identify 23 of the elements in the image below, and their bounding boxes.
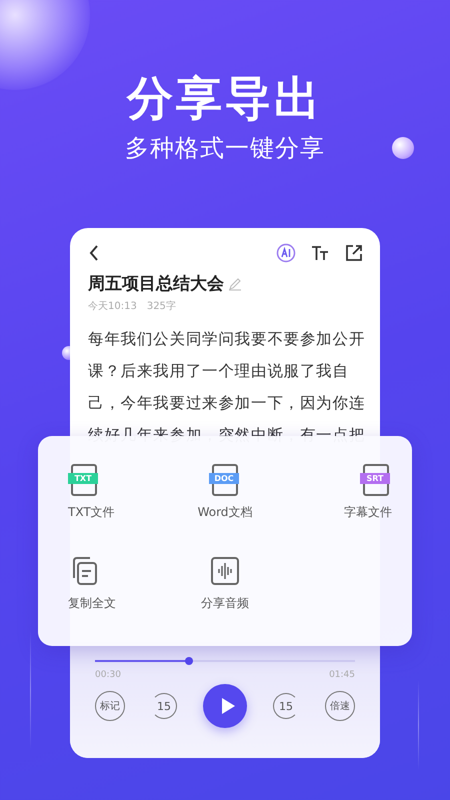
progress-thumb[interactable]	[184, 657, 193, 665]
ai-icon[interactable]	[276, 243, 296, 263]
font-size-icon[interactable]	[310, 243, 330, 263]
speed-button[interactable]: 倍速	[325, 691, 355, 721]
share-option-label[interactable]: 字幕文件	[344, 504, 392, 521]
headline: 分享导出	[127, 70, 323, 126]
share-option-label[interactable]: 分享音频	[200, 595, 249, 612]
word-count: 325字	[146, 300, 176, 313]
share-option-label[interactable]: 复制全文	[68, 595, 116, 612]
audio-wave-icon[interactable]	[208, 555, 241, 587]
mark-button[interactable]: 标记	[95, 691, 125, 721]
sphere-decoration	[392, 137, 414, 159]
subheadline: 多种格式一键分享	[125, 133, 325, 164]
back-icon[interactable]	[88, 244, 100, 262]
share-option-label[interactable]: TXT文件	[68, 504, 115, 521]
note-time: 今天10:13	[88, 300, 137, 313]
note-body: 每年我们公关同学问我要不要参加公开课？后来我用了一个理由说服了我自己，今年我要过来参加一下，因为你连续好几年来参加，突然中断，有一点把	[88, 329, 366, 446]
play-button[interactable]	[203, 684, 247, 728]
share-option-label[interactable]: Word文档	[198, 504, 252, 521]
share-icon[interactable]	[344, 243, 364, 263]
note-title: 周五项目总结大会	[88, 273, 224, 295]
total-time: 01:45	[329, 670, 355, 680]
elapsed-time: 00:30	[95, 670, 121, 680]
